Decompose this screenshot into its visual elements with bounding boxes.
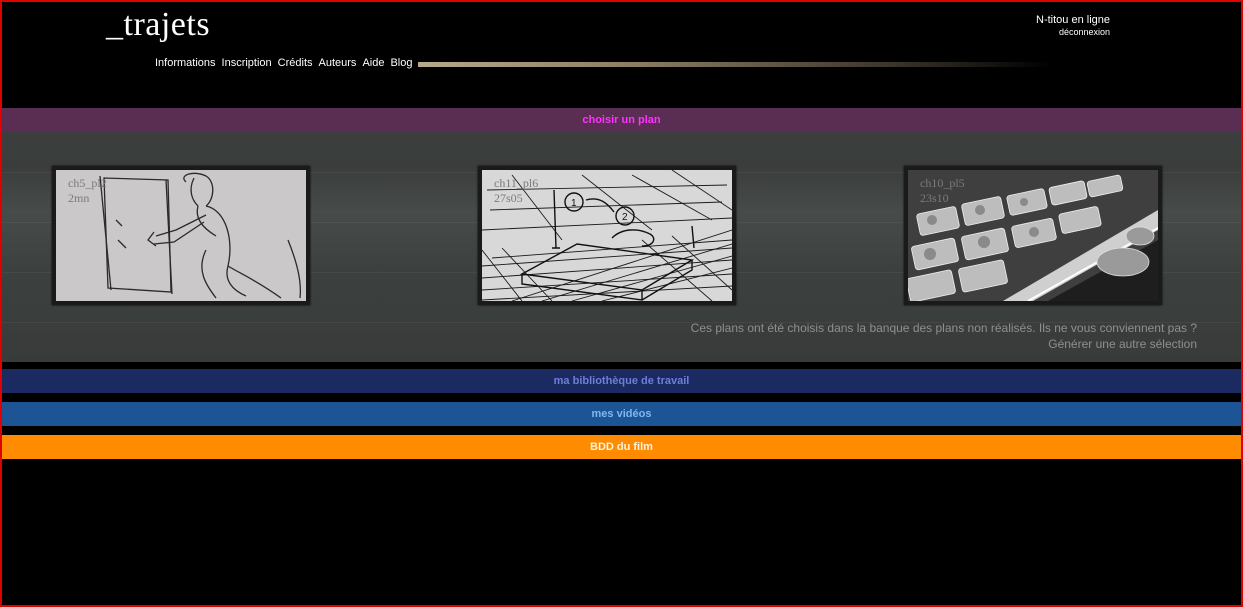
- nav-credits[interactable]: Crédits: [278, 57, 313, 69]
- choose-plan-header[interactable]: choisir un plan: [2, 108, 1241, 132]
- plan-id: ch11_pl6: [494, 176, 539, 190]
- svg-text:2: 2: [622, 212, 628, 223]
- logout-link[interactable]: déconnexion: [1036, 27, 1110, 37]
- nav-blog[interactable]: Blog: [390, 57, 412, 69]
- plan-label-1: ch5_pl2 2mn: [68, 176, 107, 206]
- plan-label-2: ch11_pl6 27s05: [494, 176, 538, 206]
- library-header[interactable]: ma bibliothèque de travail: [2, 369, 1241, 393]
- generate-selection-link[interactable]: Générer une autre sélection: [691, 336, 1197, 352]
- nav-auteurs[interactable]: Auteurs: [319, 57, 357, 69]
- svg-text:1: 1: [571, 198, 577, 209]
- nav-divider: [418, 62, 1052, 67]
- videos-header[interactable]: mes vidéos: [2, 402, 1241, 426]
- plan-id: ch10_pl5: [920, 176, 965, 190]
- site-logo[interactable]: _trajets: [106, 6, 210, 44]
- plan-thumbnail-3[interactable]: ch10_pl5 23s10: [904, 166, 1162, 305]
- user-status: N-titou en ligne: [1036, 14, 1110, 26]
- selection-note: Ces plans ont été choisis dans la banque…: [691, 320, 1197, 352]
- plans-panel: ch5_pl2 2mn 1 2 ch11_pl6 27s05 ch10_pl5 …: [2, 132, 1241, 362]
- plan-label-3: ch10_pl5 23s10: [920, 176, 965, 206]
- nav-informations[interactable]: Informations: [155, 57, 216, 69]
- main-nav: Informations Inscription Crédits Auteurs…: [155, 57, 413, 69]
- plan-id: ch5_pl2: [68, 176, 107, 190]
- plan-duration: 27s05: [494, 191, 523, 205]
- plan-thumbnail-2[interactable]: 1 2 ch11_pl6 27s05: [478, 166, 736, 305]
- user-panel: N-titou en ligne déconnexion: [1036, 14, 1110, 37]
- selection-note-text: Ces plans ont été choisis dans la banque…: [690, 321, 1197, 335]
- plan-duration: 2mn: [68, 191, 90, 205]
- plan-duration: 23s10: [920, 191, 949, 205]
- database-header[interactable]: BDD du film: [2, 435, 1241, 459]
- plan-thumbnail-1[interactable]: ch5_pl2 2mn: [52, 166, 310, 305]
- nav-aide[interactable]: Aide: [362, 57, 384, 69]
- nav-inscription[interactable]: Inscription: [222, 57, 272, 69]
